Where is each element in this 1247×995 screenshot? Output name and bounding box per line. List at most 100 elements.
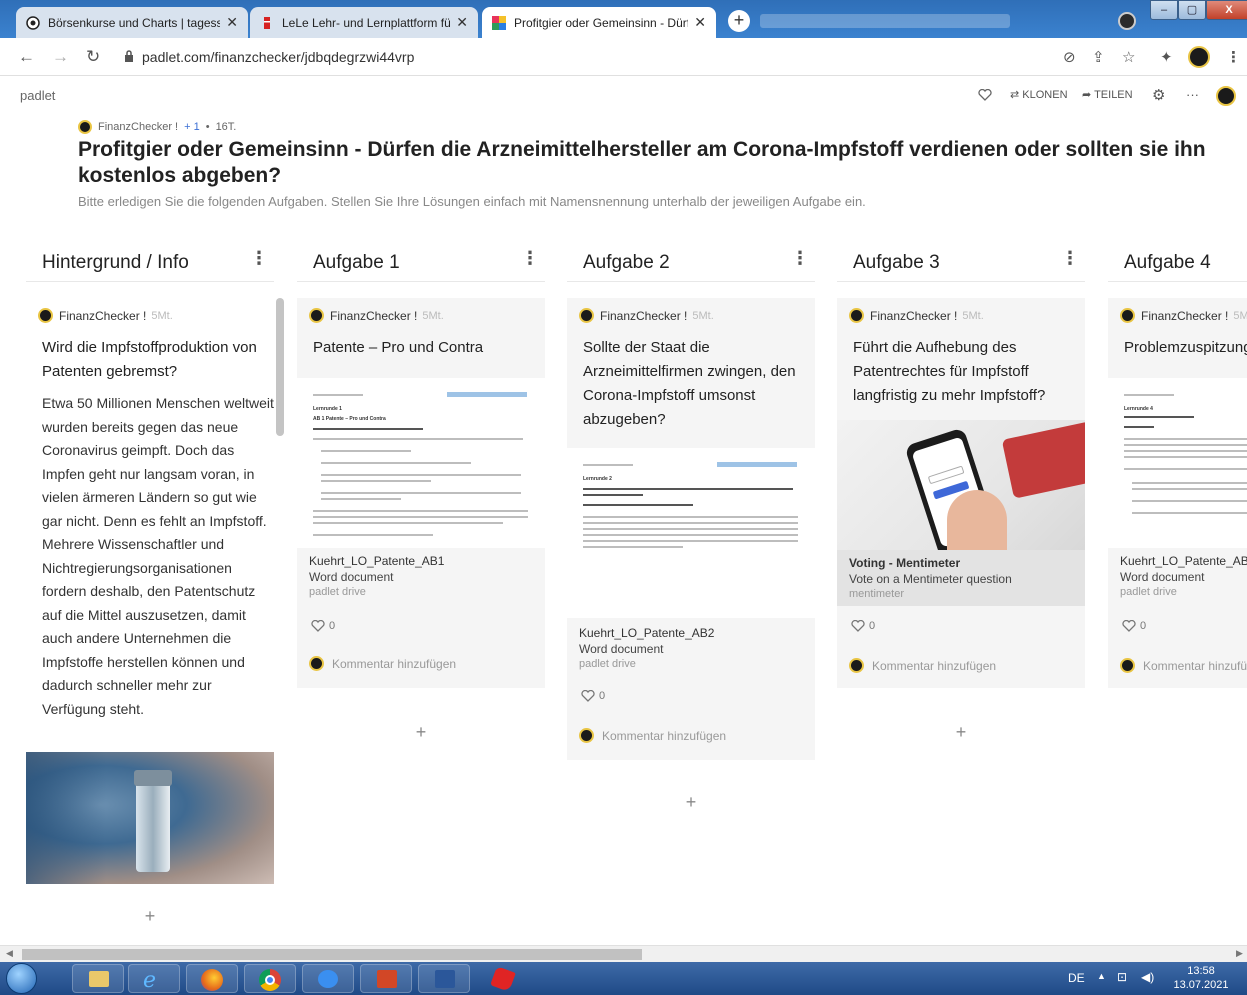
lock-icon[interactable] xyxy=(124,50,134,62)
post-card[interactable]: FinanzChecker ! 5Mt. Patente – Pro und C… xyxy=(297,298,545,688)
board-author[interactable]: FinanzChecker ! xyxy=(98,121,178,133)
maximize-button[interactable]: ▢ xyxy=(1178,0,1206,20)
reload-icon[interactable]: ↻ xyxy=(86,47,100,67)
red-app-icon[interactable] xyxy=(476,964,528,993)
scrollbar-thumb[interactable] xyxy=(22,949,642,960)
comment-placeholder: Kommentar hinzufügen xyxy=(1143,658,1247,673)
post-card[interactable]: FinanzChecker ! 5Mt. Führt die Aufhebung… xyxy=(837,298,1085,688)
post-card[interactable]: FinanzChecker ! 5Mt. Sollte der Staat di… xyxy=(567,298,815,760)
mentimeter-preview-image[interactable] xyxy=(837,420,1085,550)
attachment-name: Voting - Mentimeter xyxy=(849,556,961,570)
minimize-button[interactable]: – xyxy=(1150,0,1178,20)
post-card[interactable]: FinanzChecker ! 5Mt. Wird die Impfstoffp… xyxy=(26,298,274,898)
close-window-button[interactable]: X xyxy=(1206,0,1247,20)
document-preview[interactable]: Lernrunde 4 xyxy=(1108,378,1247,548)
attachment-info[interactable]: Kuehrt_LO_Patente_AB1 Word document padl… xyxy=(309,554,444,598)
column-menu-icon[interactable]: ⋮ xyxy=(1061,248,1079,269)
tray-expand-icon[interactable]: ▲ xyxy=(1097,971,1106,981)
cast-off-icon[interactable]: ⊘ xyxy=(1063,48,1076,66)
taskbar-clock[interactable]: 13:58 13.07.2021 xyxy=(1170,964,1232,992)
column-header: Aufgabe 1 ⋮ xyxy=(297,246,545,282)
column-menu-icon[interactable]: ⋮ xyxy=(521,248,539,269)
attachment-info[interactable]: Kuehrt_LO_Patente_AB4 Word document padl… xyxy=(1120,554,1247,598)
add-comment-field[interactable]: Kommentar hinzufügen xyxy=(1120,658,1247,673)
post-age: 5Mt. xyxy=(1233,309,1247,322)
chrome-icon[interactable] xyxy=(244,964,296,993)
post-author-name: FinanzChecker ! xyxy=(870,308,958,323)
document-preview[interactable]: Lernrunde 1 AB 1 Patente – Pro und Contr… xyxy=(297,378,545,548)
heart-icon xyxy=(851,620,865,632)
column-menu-icon[interactable]: ⋮ xyxy=(250,248,268,269)
install-app-icon[interactable]: ⇪ xyxy=(1092,48,1105,66)
column-menu-icon[interactable]: ⋮ xyxy=(791,248,809,269)
avatar xyxy=(849,308,864,323)
heart-icon xyxy=(581,690,595,702)
internet-explorer-icon[interactable]: e xyxy=(128,964,180,993)
post-card[interactable]: FinanzChecker ! 5Mt. Problemzuspitzung L… xyxy=(1108,298,1247,688)
attachment-source: padlet drive xyxy=(1120,586,1177,598)
heart-icon[interactable] xyxy=(978,89,992,101)
tagesschau-favicon-icon xyxy=(26,15,40,30)
board-title: Profitgier oder Gemeinsinn - Dürfen die … xyxy=(78,138,1206,187)
column-scrollbar[interactable] xyxy=(276,298,284,436)
column-header: Aufgabe 4 xyxy=(1108,246,1247,282)
add-comment-field[interactable]: Kommentar hinzufügen xyxy=(849,658,996,673)
add-comment-field[interactable]: Kommentar hinzufügen xyxy=(309,656,456,671)
word-icon[interactable] xyxy=(418,964,470,993)
forward-arrow-icon[interactable]: → xyxy=(52,47,69,67)
add-post-button[interactable]: + xyxy=(1168,722,1247,743)
tab-close-icon[interactable]: ✕ xyxy=(456,14,468,31)
clone-button[interactable]: ⇄ KLONEN xyxy=(1010,88,1068,101)
attachment-info[interactable]: Kuehrt_LO_Patente_AB2 Word document padl… xyxy=(579,626,714,670)
bookmark-star-icon[interactable]: ☆ xyxy=(1122,48,1135,66)
add-comment-field[interactable]: Kommentar hinzufügen xyxy=(579,728,726,743)
add-post-button[interactable]: + xyxy=(837,722,1085,743)
firefox-icon[interactable] xyxy=(186,964,238,993)
like-button[interactable]: 0 xyxy=(311,620,335,632)
document-preview[interactable]: Lernrunde 2 xyxy=(567,448,815,618)
board-age: 16T. xyxy=(215,121,237,133)
new-tab-button[interactable]: + xyxy=(728,10,750,32)
share-button[interactable]: ➦ TEILEN xyxy=(1082,88,1133,101)
like-button[interactable]: 0 xyxy=(1122,620,1146,632)
plus-count[interactable]: + 1 xyxy=(184,121,200,133)
network-icon[interactable]: ⊡ xyxy=(1117,970,1127,984)
post-age: 5Mt. xyxy=(151,309,173,322)
tab-lele[interactable]: LeLe Lehr- und Lernplattform für ✕ xyxy=(250,7,478,38)
messenger-icon[interactable] xyxy=(302,964,354,993)
volume-icon[interactable]: ◀) xyxy=(1141,970,1154,984)
tab-tagesschau[interactable]: Börsenkurse und Charts | tagesschau ✕ xyxy=(16,7,248,38)
add-post-button[interactable]: + xyxy=(567,792,815,813)
user-avatar[interactable] xyxy=(1216,86,1236,106)
extensions-puzzle-icon[interactable]: ✦ xyxy=(1160,48,1173,66)
tab-close-icon[interactable]: ✕ xyxy=(226,14,238,31)
add-post-button[interactable]: + xyxy=(297,722,545,743)
post-body: Etwa 50 Millionen Menschen weltweit wurd… xyxy=(42,395,274,717)
vaccine-photo[interactable] xyxy=(26,752,274,884)
tab-close-icon[interactable]: ✕ xyxy=(694,14,706,31)
horizontal-scrollbar[interactable]: ◀ ▶ xyxy=(0,945,1247,962)
avatar xyxy=(309,656,324,671)
settings-gear-icon[interactable]: ⚙ xyxy=(1152,86,1165,104)
attachment-type: Vote on a Mentimeter question xyxy=(849,572,1012,586)
profile-icon[interactable] xyxy=(1118,12,1136,30)
url-field[interactable]: padlet.com/finanzchecker/jdbqdegrzwi44vr… xyxy=(142,49,414,65)
browser-profile-avatar[interactable] xyxy=(1188,46,1210,68)
like-button[interactable]: 0 xyxy=(851,620,875,632)
attachment-panel[interactable]: Voting - Mentimeter Vote on a Mentimeter… xyxy=(837,550,1085,606)
windows-start-icon[interactable] xyxy=(6,963,37,994)
powerpoint-icon[interactable] xyxy=(360,964,412,993)
scroll-right-icon[interactable]: ▶ xyxy=(1236,948,1243,959)
file-explorer-icon[interactable] xyxy=(72,964,124,993)
more-menu-button[interactable]: ··· xyxy=(1186,87,1199,102)
add-post-button[interactable]: + xyxy=(26,906,274,927)
like-button[interactable]: 0 xyxy=(581,690,605,702)
tab-padlet[interactable]: Profitgier oder Gemeinsinn - Dürfen ✕ xyxy=(482,7,716,38)
browser-menu-icon[interactable]: ⋮ xyxy=(1226,48,1241,66)
back-arrow-icon[interactable]: ← xyxy=(18,47,35,67)
post-author-name: FinanzChecker ! xyxy=(1141,308,1229,323)
post-author: FinanzChecker ! 5Mt. xyxy=(579,308,714,323)
post-author: FinanzChecker ! 5Mt. xyxy=(309,308,444,323)
scroll-left-icon[interactable]: ◀ xyxy=(6,948,13,959)
language-indicator[interactable]: DE xyxy=(1068,971,1085,985)
